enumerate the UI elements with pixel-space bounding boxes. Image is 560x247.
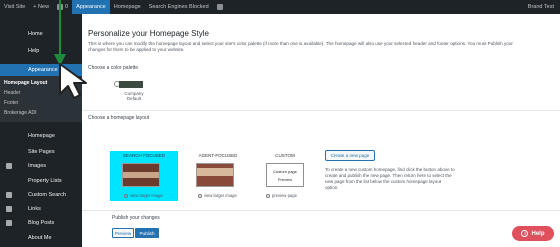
- screen-icon: [216, 4, 223, 10]
- layout-thumbnail: [122, 163, 160, 187]
- submenu-label: Header: [4, 89, 21, 96]
- layout-label: Choose a homepage layout: [88, 115, 150, 121]
- submenu-label: Homepage Layout: [4, 79, 48, 86]
- sidebar-item-blog-posts[interactable]: Blog Posts: [0, 217, 82, 229]
- appearance-link[interactable]: Appearance: [72, 0, 110, 14]
- thumb-band: [197, 168, 233, 176]
- appearance-label: Appearance: [76, 4, 106, 10]
- layout-thumbnail: [196, 163, 234, 187]
- pin-icon: [6, 220, 12, 226]
- magnifier-icon: [198, 193, 202, 198]
- sidebar-item-label: Property Lists: [28, 178, 62, 184]
- preview-page-link[interactable]: preview page: [266, 193, 297, 198]
- view-larger-link[interactable]: view larger image: [124, 193, 163, 198]
- color-palette-label: Choose a color palette: [88, 65, 139, 71]
- homepage-label: Homepage: [113, 4, 141, 10]
- custom-thumb-title: Custom page: [273, 168, 297, 174]
- help-button[interactable]: ? Help: [512, 226, 554, 241]
- sidebar-item-label: Help: [28, 48, 40, 54]
- layout-search-focused[interactable]: SEARCH FOCUSED view larger image: [110, 151, 178, 201]
- palette-name-line2: Default: [126, 96, 142, 101]
- sidebar-item-label: Blog Posts: [28, 220, 55, 226]
- sidebar-item-label: Homepage: [28, 133, 55, 139]
- view-larger-link[interactable]: view larger image: [198, 193, 237, 198]
- account-menu[interactable]: Brand Test: [524, 4, 560, 10]
- preview-button[interactable]: Preview: [112, 228, 134, 238]
- publish-label: Publish your changes: [112, 215, 160, 221]
- homepage-link[interactable]: Homepage: [110, 4, 145, 10]
- sidebar-item-label: Home: [28, 31, 43, 37]
- sidebar-item-homepage[interactable]: Homepage: [0, 130, 82, 142]
- sidebar-item-about-me[interactable]: About Me: [0, 232, 82, 244]
- visit-site-label: Visit Site: [4, 4, 26, 10]
- link-icon: [6, 206, 12, 212]
- main-content: Personalize your Homepage Style This is …: [82, 14, 560, 247]
- visit-site-link[interactable]: Visit Site: [0, 4, 29, 10]
- sidebar-item-label: About Me: [28, 235, 52, 241]
- gear-icon: [6, 192, 12, 198]
- section-divider: [82, 210, 560, 211]
- thumb-band: [123, 172, 159, 178]
- section-divider: [82, 110, 560, 111]
- sidebar-item-label: Links: [28, 206, 41, 212]
- images-icon: [6, 163, 12, 169]
- help-label: Help: [531, 230, 545, 237]
- create-page-instructions: To create a new custom homepage, find cl…: [325, 167, 455, 190]
- question-icon: ?: [521, 230, 529, 237]
- submenu-label: Footer: [4, 99, 19, 106]
- create-page-button[interactable]: Create a new page: [325, 150, 375, 161]
- sidebar-item-property-lists[interactable]: Property Lists: [0, 175, 82, 187]
- page-title: Personalize your Homepage Style: [88, 29, 209, 38]
- palette-name: Company Default: [114, 91, 154, 101]
- magnifier-icon: [266, 193, 270, 198]
- palette-swatch[interactable]: [119, 81, 143, 88]
- submenu-label: Brokerage ADI: [4, 109, 37, 116]
- layout-agent-focused[interactable]: AGENT-FOCUSED view larger image: [184, 151, 252, 201]
- screen-options[interactable]: [213, 4, 227, 10]
- layout-title: SEARCH FOCUSED: [122, 153, 165, 158]
- sidebar-item-label: Images: [28, 163, 47, 169]
- page-description: This is where you can modify the homepag…: [88, 41, 513, 52]
- magnifier-icon: [124, 193, 128, 198]
- link-label: view larger image: [204, 193, 237, 198]
- layout-title: CUSTOM: [275, 153, 295, 158]
- layout-custom[interactable]: CUSTOM Custom page Preview preview page: [254, 151, 316, 201]
- link-label: view larger image: [130, 193, 163, 198]
- custom-thumbnail: Custom page Preview: [266, 163, 304, 187]
- search-engines-label: Search Engines Blocked: [148, 4, 209, 10]
- new-menu-label: + New: [33, 4, 50, 10]
- submenu-brokerage-adi[interactable]: Brokerage ADI: [0, 108, 82, 117]
- mouse-cursor-icon: [59, 63, 87, 99]
- sidebar-item-links[interactable]: Links: [0, 203, 82, 215]
- account-name: Brand Test: [527, 4, 554, 10]
- publish-button[interactable]: Publish: [135, 228, 159, 238]
- admin-bar: Visit Site + New 0 Appearance Homepage S…: [0, 0, 560, 14]
- sidebar-item-images[interactable]: Images: [0, 160, 82, 172]
- sidebar-item-label: Site Pages: [28, 149, 55, 155]
- link-label: preview page: [272, 193, 297, 198]
- custom-thumb-preview: Preview: [277, 176, 293, 182]
- sidebar-item-custom-search[interactable]: Custom Search: [0, 189, 82, 201]
- sidebar-item-site-pages[interactable]: Site Pages: [0, 146, 82, 158]
- search-engines-blocked-link[interactable]: Search Engines Blocked: [145, 4, 213, 10]
- sidebar-item-label: Custom Search: [28, 192, 66, 198]
- layout-title: AGENT-FOCUSED: [198, 153, 238, 158]
